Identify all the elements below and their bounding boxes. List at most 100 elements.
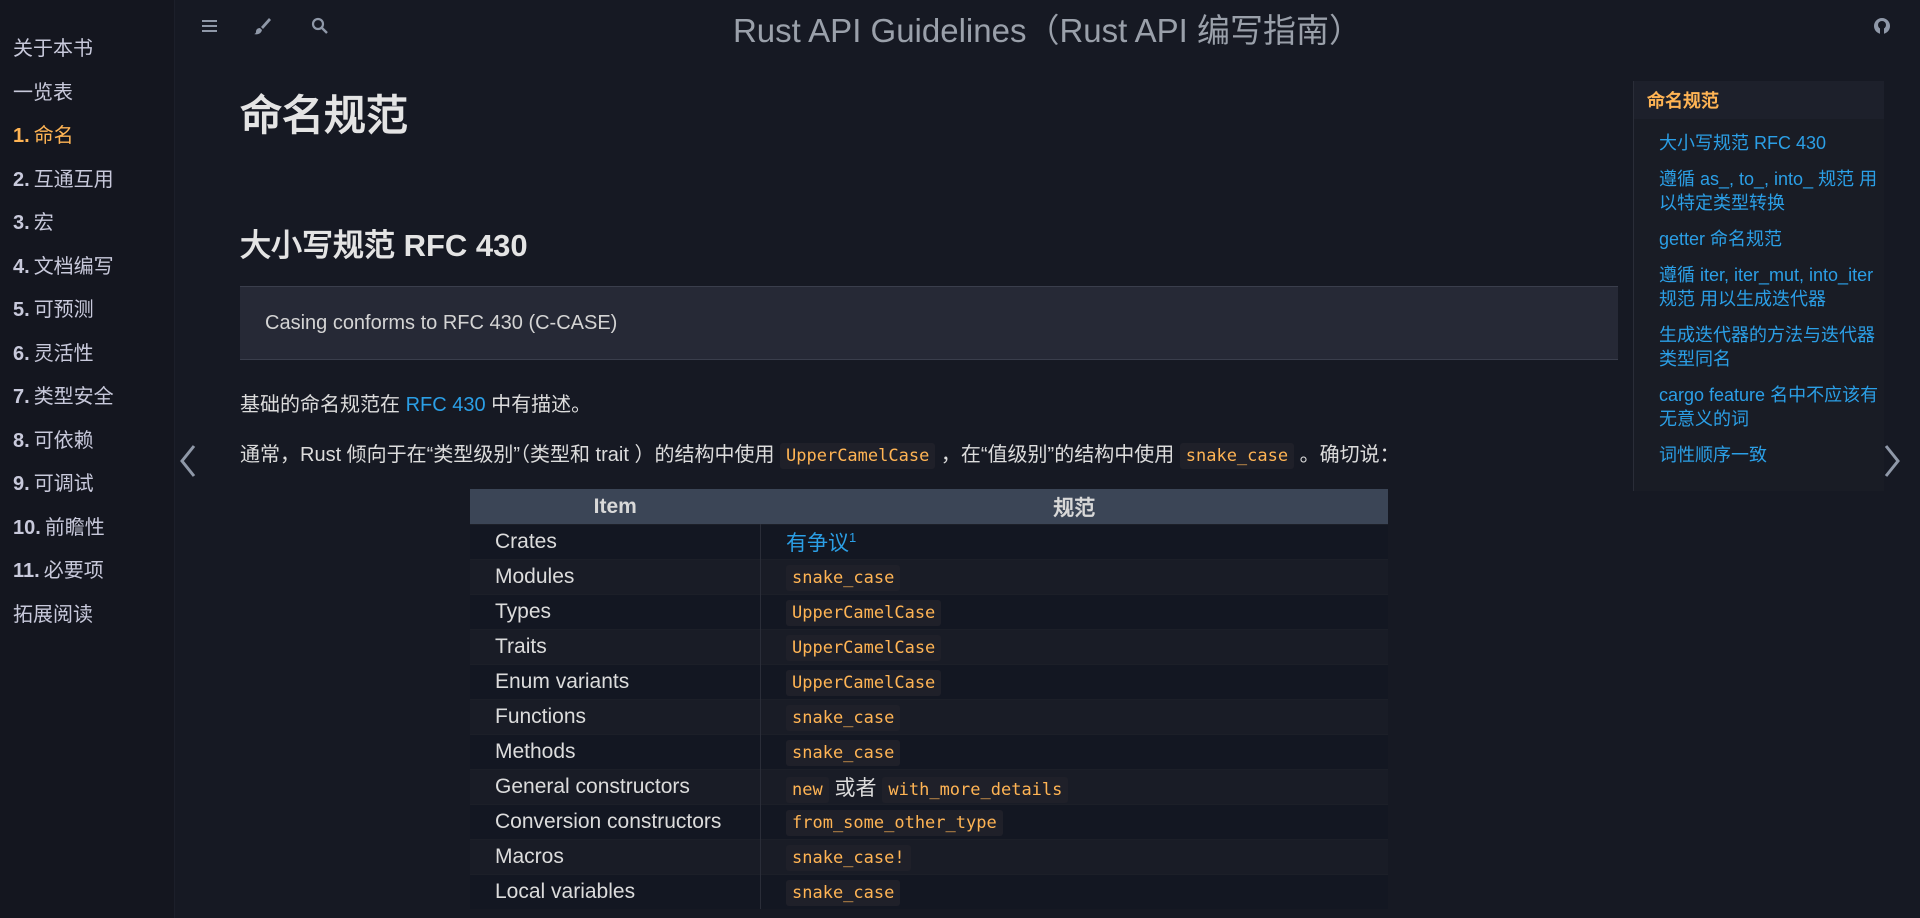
- table-row: Local variables snake_case: [470, 874, 1388, 909]
- github-icon[interactable]: [1870, 14, 1894, 38]
- toc-item[interactable]: 生成迭代器的方法与迭代器类型同名: [1659, 323, 1884, 371]
- sidebar-item-number: 9.: [13, 473, 30, 495]
- table-cell-rule: UpperCamelCase: [760, 629, 1388, 665]
- sidebar-item-label: 互通互用: [33, 168, 114, 191]
- table-cell-rule: new 或者 with_more_details: [760, 769, 1388, 805]
- table-cell-item: Enum variants: [470, 664, 761, 700]
- sidebar-item[interactable]: 9. 可调试: [13, 469, 174, 513]
- sidebar-item-label: 必要项: [43, 560, 104, 582]
- toc-item[interactable]: cargo feature 名中不应该有无意义的词: [1659, 383, 1884, 431]
- sidebar-item[interactable]: 3. 宏: [13, 208, 174, 252]
- table-cell-item: Functions: [470, 699, 761, 735]
- sidebar-list: 关于本书 一览表 1. 命名 2. 互通互用 3. 宏 4. 文档编写 5. 可预测 6. 灵活性 7. 类型…: [0, 0, 174, 643]
- toc-item[interactable]: 遵循 as_, to_, into_ 规范 用以特定类型转换: [1659, 167, 1884, 215]
- search-icon[interactable]: [308, 14, 332, 38]
- sidebar-item-number: 1.: [13, 125, 30, 147]
- table-row: Functions snake_case: [470, 699, 1388, 735]
- hamburger-icon[interactable]: [198, 14, 222, 38]
- toc-item[interactable]: getter 命名规范: [1659, 227, 1884, 251]
- chevron-left-icon[interactable]: [176, 440, 200, 482]
- book-title: Rust API Guidelines（Rust API 编写指南）: [732, 12, 1363, 49]
- table-header-row: Item 规范: [470, 489, 1388, 525]
- sidebar-item[interactable]: 5. 可预测: [13, 295, 174, 339]
- paintbrush-icon[interactable]: [250, 14, 274, 38]
- sidebar-item-label: 命名: [33, 125, 74, 147]
- sidebar-item[interactable]: 10. 前瞻性: [13, 513, 174, 557]
- inline-code: snake_case: [1179, 443, 1295, 469]
- casing-paragraph: 通常，Rust 倾向于在“类型级别”（类型和 trait ）的结构中使用 Upp…: [240, 438, 1400, 469]
- menu-bar: Rust API Guidelines（Rust API 编写指南）: [175, 0, 1920, 52]
- table-row: Methods snake_case: [470, 734, 1388, 770]
- casing-text: ，在“值级别”的结构中使用: [935, 444, 1180, 466]
- intro-text-end: 中有描述。: [485, 394, 592, 416]
- inline-code: UpperCamelCase: [786, 635, 942, 661]
- sidebar-item-label: 关于本书: [13, 38, 93, 60]
- table-row: Conversion constructors from_some_other_t…: [470, 804, 1388, 840]
- sidebar-item-label: 可依赖: [33, 429, 94, 452]
- toc-list: 大小写规范 RFC 430 遵循 as_, to_, into_ 规范 用以特定类…: [1634, 119, 1884, 467]
- inline-code: snake_case: [786, 705, 901, 731]
- sidebar: 关于本书 一览表 1. 命名 2. 互通互用 3. 宏 4. 文档编写 5. 可预测 6. 灵活性 7. 类型…: [0, 0, 175, 918]
- footnote-ref[interactable]: 1: [849, 530, 856, 545]
- section-heading: 大小写规范 RFC 430: [240, 228, 528, 263]
- sidebar-item-label: 文档编写: [33, 255, 114, 278]
- sidebar-item[interactable]: 拓展阅读: [13, 600, 174, 644]
- inline-code: snake_case: [786, 880, 901, 906]
- sidebar-item[interactable]: 7. 类型安全: [13, 382, 174, 426]
- sidebar-item-label: 类型安全: [33, 386, 114, 408]
- table-cell-item: Modules: [470, 559, 761, 595]
- toc-title[interactable]: 命名规范: [1634, 81, 1884, 119]
- table-cell-rule: 有争议1: [760, 524, 1388, 560]
- sidebar-item-label: 前瞻性: [44, 516, 105, 539]
- casing-text: 通常，Rust 倾向于在“类型级别”（类型和 trait ）的结构中使用: [240, 444, 781, 466]
- sidebar-item-label: 一览表: [13, 81, 73, 104]
- rfc-430-link[interactable]: RFC 430: [406, 394, 486, 416]
- page-toc: 命名规范 大小写规范 RFC 430 遵循 as_, to_, into_ 规范 …: [1633, 81, 1884, 491]
- table-cell-item: Local variables: [470, 874, 761, 909]
- table-row: Modules snake_case: [470, 559, 1388, 595]
- toc-item[interactable]: 大小写规范 RFC 430: [1659, 131, 1884, 155]
- controversial-link[interactable]: 有争议: [786, 532, 849, 555]
- table-cell-item: Methods: [470, 734, 761, 770]
- sidebar-item[interactable]: 一览表: [13, 78, 174, 122]
- inline-code: with_more_details: [882, 777, 1069, 803]
- table-row: General constructors new 或者 with_more_det…: [470, 769, 1388, 805]
- sidebar-item[interactable]: 11. 必要项: [13, 556, 174, 600]
- sidebar-item[interactable]: 2. 互通互用: [13, 165, 174, 209]
- table-header-rule: 规范: [760, 489, 1388, 525]
- sidebar-item-label: 宏: [33, 212, 54, 234]
- table-cell-item: Types: [470, 594, 761, 630]
- table-cell-item: Macros: [470, 839, 761, 875]
- table-cell-rule: snake_case!: [760, 839, 1388, 875]
- toc-item[interactable]: 词性顺序一致: [1659, 443, 1884, 467]
- table-header-item: Item: [470, 489, 761, 525]
- sidebar-item-number: 3.: [13, 212, 30, 234]
- guideline-blockquote: Casing conforms to RFC 430 (C-CASE): [240, 286, 1618, 360]
- casing-text: 。确切说：: [1294, 444, 1400, 466]
- sidebar-item-number: 2.: [13, 168, 30, 191]
- sidebar-item-number: 4.: [13, 255, 30, 278]
- sidebar-item-number: 11.: [13, 560, 40, 582]
- inline-code: snake_case!: [786, 845, 911, 871]
- table-cell-rule: UpperCamelCase: [760, 664, 1388, 700]
- inline-code: snake_case: [786, 565, 901, 591]
- page-title: 命名规范: [240, 92, 409, 139]
- sidebar-item[interactable]: 6. 灵活性: [13, 339, 174, 383]
- sidebar-item[interactable]: 4. 文档编写: [13, 252, 174, 296]
- naming-table: Item 规范 Crates 有争议1 Modules snake_case Types…: [470, 489, 1388, 909]
- sidebar-item[interactable]: 关于本书: [13, 34, 174, 78]
- toc-item[interactable]: 遵循 iter, iter_mut, into_iter 规范 用以生成迭代器: [1659, 263, 1884, 311]
- sidebar-item-number: 8.: [13, 429, 30, 452]
- intro-text: 基础的命名规范在: [240, 394, 406, 416]
- table-cell-item: Traits: [470, 629, 761, 665]
- table-cell-rule: UpperCamelCase: [760, 594, 1388, 630]
- sidebar-item[interactable]: 1. 命名: [13, 121, 174, 165]
- rule-text: 或者: [828, 777, 883, 800]
- table-cell-item: Crates: [470, 524, 761, 560]
- table-cell-rule: snake_case: [760, 699, 1388, 735]
- table-row: Types UpperCamelCase: [470, 594, 1388, 630]
- sidebar-item-number: 10.: [13, 516, 41, 539]
- sidebar-item[interactable]: 8. 可依赖: [13, 426, 174, 470]
- table-row: Crates 有争议1: [470, 524, 1388, 560]
- inline-code: new: [786, 777, 829, 803]
